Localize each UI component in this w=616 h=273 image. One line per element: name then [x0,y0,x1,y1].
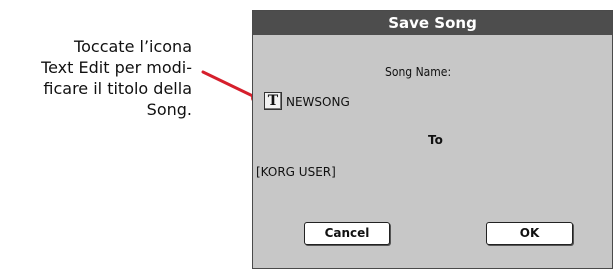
song-name-value: NEWSONG [286,95,350,109]
callout-text: Toccate l’icona Text Edit per modi- fica… [2,36,192,120]
save-song-dialog: Save Song Song Name: T NEWSONG To [KORG … [252,10,613,269]
text-edit-icon[interactable]: T [264,92,282,110]
callout-leader-line [201,70,259,100]
to-label: To [428,133,443,147]
ok-button[interactable]: OK [486,222,573,245]
callout-line: ficare il titolo della [43,79,192,98]
cancel-button[interactable]: Cancel [304,222,390,245]
callout-line: Song. [146,100,192,119]
song-name-label: Song Name: [385,65,452,79]
destination-value[interactable]: [KORG USER] [256,165,336,179]
callout-line: Toccate l’icona [74,37,192,56]
dialog-title: Save Song [253,11,612,35]
callout-line: Text Edit per modi- [41,58,192,77]
